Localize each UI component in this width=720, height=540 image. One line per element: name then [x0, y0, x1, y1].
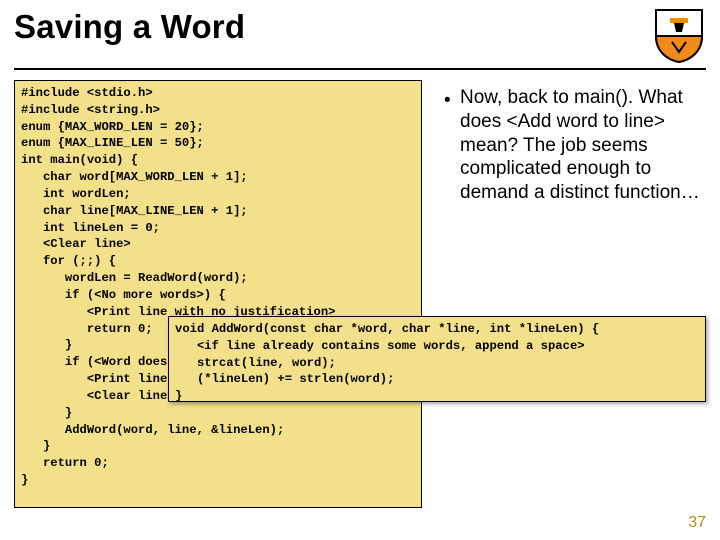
title-row: Saving a Word — [14, 8, 706, 70]
page-number: 37 — [688, 514, 706, 532]
code-main-box: #include <stdio.h> #include <string.h> e… — [14, 80, 422, 508]
code-overlay-box: void AddWord(const char *word, char *lin… — [168, 316, 706, 402]
slide: Saving a Word #include <stdio.h> #includ… — [0, 0, 720, 540]
bullet-text: Now, back to main(). What does <Add word… — [460, 86, 716, 205]
bullet-list: • Now, back to main(). What does <Add wo… — [444, 86, 716, 205]
slide-title: Saving a Word — [14, 8, 245, 46]
princeton-crest-icon — [652, 6, 706, 64]
bullet-marker: • — [444, 86, 452, 205]
content-area: #include <stdio.h> #include <string.h> e… — [14, 80, 706, 520]
bullet-item: • Now, back to main(). What does <Add wo… — [444, 86, 716, 205]
